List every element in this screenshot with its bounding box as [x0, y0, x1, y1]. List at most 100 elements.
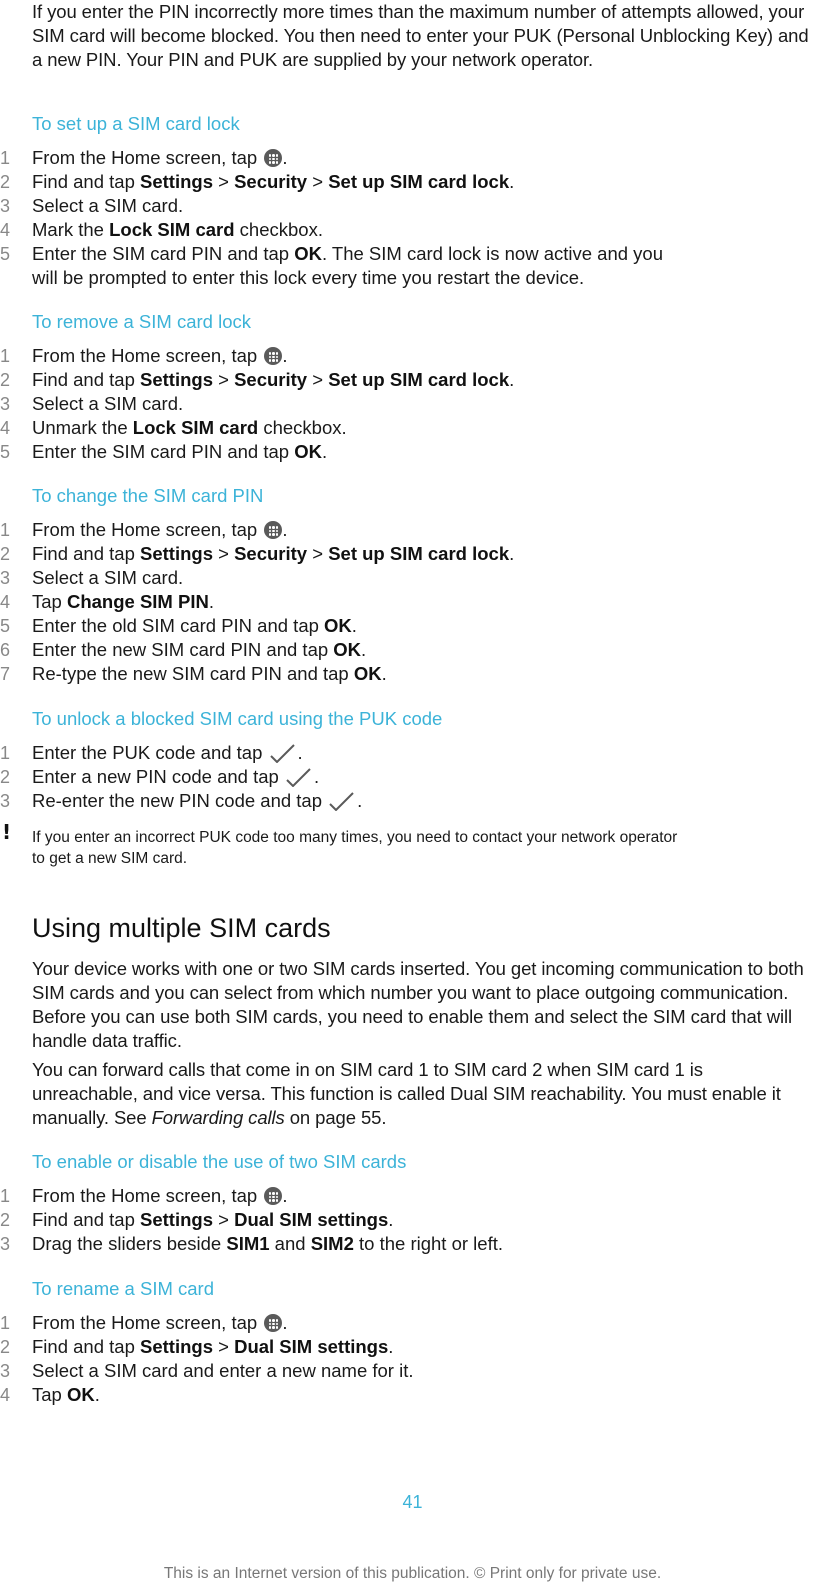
list-item: 5 Enter the old SIM card PIN and tap OK.: [0, 615, 357, 636]
list-item: 1 From the Home screen, tap .: [0, 1312, 288, 1333]
steps-remove-lock: 1 From the Home screen, tap . 2 Find and…: [0, 344, 800, 464]
list-item: 2 Enter a new PIN code and tap .: [0, 766, 320, 787]
list-item: 2 Find and tap Settings > Security > Set…: [0, 543, 515, 564]
step-number: 3: [0, 1234, 11, 1254]
ui-term-settings: Settings: [140, 543, 213, 564]
list-item: 2 Find and tap Settings > Security > Set…: [0, 171, 515, 192]
list-item: 4 Mark the Lock SIM card checkbox.: [0, 219, 323, 240]
list-item: 1 From the Home screen, tap .: [0, 1185, 288, 1206]
step-number: 1: [0, 346, 11, 366]
step-number: 3: [0, 568, 11, 588]
ui-term-setup-sim-lock: Set up SIM card lock: [328, 543, 510, 564]
step-number: 2: [0, 1337, 11, 1357]
ui-term-lock-sim-card: Lock SIM card: [132, 417, 259, 438]
step-number: 4: [0, 1385, 11, 1405]
manual-page: If you enter the PIN incorrectly more ti…: [0, 0, 825, 1590]
ui-term-change-sim-pin: Change SIM PIN: [66, 591, 209, 612]
step-number: 2: [0, 767, 11, 787]
ui-term-sim1: SIM1: [226, 1233, 270, 1254]
step-number: 4: [0, 592, 11, 612]
ui-term-dual-sim-settings: Dual SIM settings: [234, 1336, 389, 1357]
step-number: 2: [0, 1210, 11, 1230]
step-number: 5: [0, 616, 11, 636]
list-item: 3 Drag the sliders beside SIM1 and SIM2 …: [0, 1233, 503, 1254]
list-item: 1 From the Home screen, tap .: [0, 519, 288, 540]
section-paragraph-1: Your device works with one or two SIM ca…: [32, 958, 804, 1051]
step-number: 1: [0, 1313, 11, 1333]
step-number: 1: [0, 148, 11, 168]
ui-term-setup-sim-lock: Set up SIM card lock: [328, 171, 510, 192]
procedure-title-setup-lock: To set up a SIM card lock: [32, 113, 240, 134]
list-item: 7 Re-type the new SIM card PIN and tap O…: [0, 663, 387, 684]
steps-rename-sim: 1 From the Home screen, tap . 2 Find and…: [0, 1311, 800, 1407]
ui-term-ok: OK: [333, 639, 362, 660]
step-number: 5: [0, 442, 11, 462]
step-number: 2: [0, 370, 11, 390]
list-item: 2 Find and tap Settings > Dual SIM setti…: [0, 1209, 394, 1230]
ui-term-security: Security: [234, 171, 308, 192]
footer-notice: This is an Internet version of this publ…: [163, 1565, 662, 1582]
checkmark-icon: [286, 768, 311, 787]
list-item: 5 Enter the SIM card PIN and tap OK. The…: [0, 243, 664, 288]
step-number: 1: [0, 520, 11, 540]
ui-term-settings: Settings: [140, 171, 213, 192]
list-item: 1 Enter the PUK code and tap .: [0, 742, 303, 763]
step-number: 6: [0, 640, 11, 660]
app-screen-icon: [264, 1314, 283, 1332]
ui-term-settings: Settings: [140, 1336, 213, 1357]
ui-term-security: Security: [234, 543, 308, 564]
step-number: 3: [0, 196, 11, 216]
steps-enable-two-sims: 1 From the Home screen, tap . 2 Find and…: [0, 1184, 800, 1256]
procedure-title-unlock-puk: To unlock a blocked SIM card using the P…: [32, 708, 443, 729]
list-item: 1 From the Home screen, tap .: [0, 147, 288, 168]
steps-unlock-puk: 1 Enter the PUK code and tap . 2 Enter a…: [0, 741, 800, 813]
step-number: 3: [0, 791, 11, 811]
list-item: 4 Unmark the Lock SIM card checkbox.: [0, 417, 347, 438]
step-number: 1: [0, 1186, 11, 1206]
steps-setup-lock: 1 From the Home screen, tap . 2 Find and…: [0, 146, 800, 290]
app-screen-icon: [264, 149, 283, 167]
step-text: From the Home screen, tap: [32, 147, 263, 168]
list-item: 3 Select a SIM card.: [0, 195, 184, 216]
procedure-title-remove-lock: To remove a SIM card lock: [32, 311, 251, 332]
checkmark-icon: [329, 792, 354, 811]
app-screen-icon: [264, 1187, 283, 1205]
step-number: 3: [0, 394, 11, 414]
ui-term-lock-sim-card: Lock SIM card: [109, 219, 235, 240]
intro-paragraph: If you enter the PIN incorrectly more ti…: [32, 1, 809, 70]
ui-term-dual-sim-settings: Dual SIM settings: [234, 1209, 389, 1230]
ui-term-security: Security: [234, 369, 308, 390]
section-heading: Using multiple SIM cards: [32, 913, 331, 943]
list-item: 5 Enter the SIM card PIN and tap OK.: [0, 441, 328, 462]
step-number: 3: [0, 1361, 11, 1381]
ui-term-ok: OK: [294, 441, 322, 462]
step-number: 7: [0, 664, 11, 684]
step-number: 4: [0, 220, 11, 240]
list-item: 2 Find and tap Settings > Dual SIM setti…: [0, 1336, 394, 1357]
list-item: 3 Select a SIM card.: [0, 393, 184, 414]
procedure-title-change-pin: To change the SIM card PIN: [32, 485, 264, 506]
list-item: 3 Select a SIM card and enter a new name…: [0, 1360, 414, 1381]
ui-term-ok: OK: [66, 1384, 95, 1405]
list-item: 4 Tap Change SIM PIN.: [0, 591, 214, 612]
ui-term-settings: Settings: [140, 369, 213, 390]
list-item: 1 From the Home screen, tap .: [0, 345, 288, 366]
ui-term-settings: Settings: [140, 1209, 213, 1230]
section-paragraph-2: You can forward calls that come in on SI…: [32, 1059, 781, 1128]
steps-change-pin: 1 From the Home screen, tap . 2 Find and…: [0, 518, 800, 686]
step-number: 2: [0, 172, 11, 192]
exclamation-icon: !: [2, 820, 12, 844]
ui-term-ok: OK: [294, 243, 322, 264]
procedure-title-rename-sim: To rename a SIM card: [32, 1278, 214, 1299]
step-number: 1: [0, 743, 11, 763]
ui-term-sim2: SIM2: [310, 1233, 354, 1254]
step-number: 4: [0, 418, 11, 438]
list-item: 4 Tap OK.: [0, 1384, 100, 1405]
list-item: 6 Enter the new SIM card PIN and tap OK.: [0, 639, 367, 660]
list-item: 3 Re-enter the new PIN code and tap .: [0, 790, 363, 811]
step-number: 5: [0, 244, 11, 264]
ui-term-ok: OK: [353, 663, 382, 684]
list-item: 3 Select a SIM card.: [0, 567, 184, 588]
app-screen-icon: [264, 521, 283, 539]
cross-reference-link[interactable]: Forwarding calls: [152, 1107, 285, 1128]
